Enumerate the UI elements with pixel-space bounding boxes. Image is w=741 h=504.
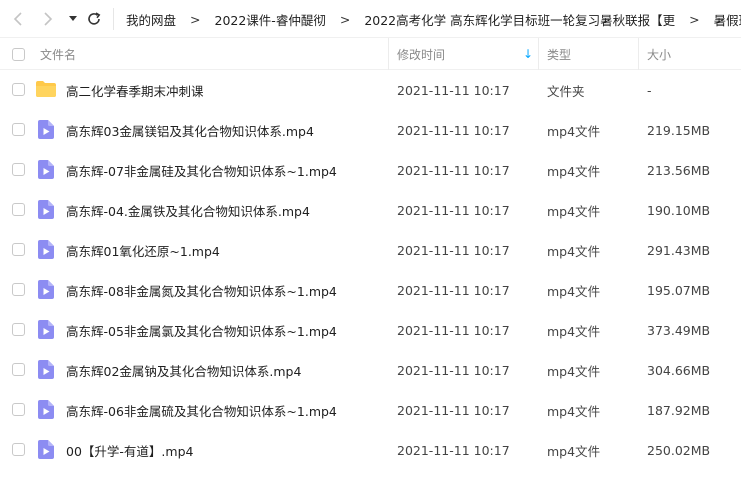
row-checkbox[interactable] [12,243,25,256]
refresh-icon [88,12,101,25]
file-type: mp4文件 [547,283,601,299]
history-dropdown-button[interactable] [63,9,83,29]
row-checkbox[interactable] [12,283,25,296]
file-type: mp4文件 [547,403,601,419]
file-size: 195.07MB [647,282,711,298]
file-size: 213.56MB [647,162,711,178]
column-header-modified[interactable]: 修改时间 [397,38,445,70]
file-name[interactable]: 高东辉-08非金属氮及其化合物知识体系~1.mp4 [66,270,337,310]
table-row[interactable]: 00【升学-有道】.mp4 2021-11-11 10:17 mp4文件 250… [0,430,741,470]
file-size: 373.49MB [647,322,711,338]
select-all-checkbox[interactable] [12,48,25,61]
column-divider [638,38,639,70]
column-header-size[interactable]: 大小 [647,38,671,70]
table-row[interactable]: 高东辉-04.金属铁及其化合物知识体系.mp4 2021-11-11 10:17… [0,190,741,230]
column-divider [538,38,539,70]
row-checkbox[interactable] [12,443,25,456]
forward-button[interactable] [38,9,58,29]
caret-down-icon [69,16,77,21]
chevron-left-icon [13,12,22,26]
video-file-icon [38,160,54,179]
file-size: 190.10MB [647,202,711,218]
column-header-type[interactable]: 类型 [547,38,571,70]
breadcrumb-separator: > [190,11,201,27]
video-file-icon [38,440,54,459]
file-type: mp4文件 [547,123,601,139]
file-type: mp4文件 [547,163,601,179]
file-modified-time: 2021-11-11 10:17 [397,362,510,378]
folder-icon [36,81,56,97]
row-checkbox[interactable] [12,363,25,376]
sort-arrow-icon[interactable]: ↓ [523,38,533,70]
video-file-icon [38,320,54,339]
breadcrumb-item-current[interactable]: 暑假班 [714,10,741,29]
file-modified-time: 2021-11-11 10:17 [397,162,510,178]
file-name[interactable]: 高东辉01氧化还原~1.mp4 [66,230,220,270]
navigation-bar: 我的网盘 > 2022课件-睿仲醍彻 > 2022高考化学 高东辉化学目标班一轮… [0,0,741,38]
table-row[interactable]: 高东辉-08非金属氮及其化合物知识体系~1.mp4 2021-11-11 10:… [0,270,741,310]
file-modified-time: 2021-11-11 10:17 [397,402,510,418]
back-button[interactable] [8,9,28,29]
video-file-icon [38,360,54,379]
row-checkbox[interactable] [12,163,25,176]
video-file-icon [38,280,54,299]
file-type: mp4文件 [547,323,601,339]
row-checkbox[interactable] [12,123,25,136]
file-type: 文件夹 [547,83,585,99]
file-name[interactable]: 高东辉-07非金属硅及其化合物知识体系~1.mp4 [66,150,337,190]
breadcrumb-item-root[interactable]: 我的网盘 [126,10,176,29]
row-checkbox[interactable] [12,403,25,416]
file-size: 187.92MB [647,402,711,418]
table-row[interactable]: 高东辉-07非金属硅及其化合物知识体系~1.mp4 2021-11-11 10:… [0,150,741,190]
video-file-icon [38,400,54,419]
table-row[interactable]: 高东辉-05非金属氯及其化合物知识体系~1.mp4 2021-11-11 10:… [0,310,741,350]
file-type: mp4文件 [547,363,601,379]
file-name[interactable]: 高东辉-04.金属铁及其化合物知识体系.mp4 [66,190,310,230]
file-size: 304.66MB [647,362,711,378]
file-size: 219.15MB [647,122,711,138]
file-modified-time: 2021-11-11 10:17 [397,282,510,298]
row-checkbox[interactable] [12,323,25,336]
refresh-button[interactable] [84,9,104,29]
video-file-icon [38,200,54,219]
table-row[interactable]: 高东辉-06非金属硫及其化合物知识体系~1.mp4 2021-11-11 10:… [0,390,741,430]
file-size: 291.43MB [647,242,711,258]
file-modified-time: 2021-11-11 10:17 [397,82,510,98]
file-modified-time: 2021-11-11 10:17 [397,442,510,458]
table-row[interactable]: 高东辉02金属钠及其化合物知识体系.mp4 2021-11-11 10:17 m… [0,350,741,390]
file-name[interactable]: 高东辉03金属镁铝及其化合物知识体系.mp4 [66,110,314,150]
video-file-icon [38,120,54,139]
table-header: 文件名 修改时间 ↓ 类型 大小 [0,38,741,70]
file-type: mp4文件 [547,443,601,459]
file-size: - [647,82,652,98]
video-file-icon [38,240,54,259]
file-name[interactable]: 高东辉02金属钠及其化合物知识体系.mp4 [66,350,301,390]
nav-divider [113,8,114,30]
file-modified-time: 2021-11-11 10:17 [397,122,510,138]
file-name[interactable]: 00【升学-有道】.mp4 [66,430,193,470]
breadcrumb-item-courses[interactable]: 2022课件-睿仲醍彻 [215,10,326,29]
file-modified-time: 2021-11-11 10:17 [397,242,510,258]
table-row[interactable]: 高东辉01氧化还原~1.mp4 2021-11-11 10:17 mp4文件 2… [0,230,741,270]
breadcrumb: 我的网盘 > 2022课件-睿仲醍彻 > 2022高考化学 高东辉化学目标班一轮… [126,0,741,38]
file-modified-time: 2021-11-11 10:17 [397,322,510,338]
breadcrumb-separator: > [339,11,351,27]
file-name[interactable]: 高二化学春季期末冲刺课 [66,70,204,110]
file-name[interactable]: 高东辉-05非金属氯及其化合物知识体系~1.mp4 [66,310,337,350]
file-modified-time: 2021-11-11 10:17 [397,202,510,218]
breadcrumb-separator: > [689,11,700,27]
column-divider [388,38,389,70]
file-name[interactable]: 高东辉-06非金属硫及其化合物知识体系~1.mp4 [66,390,337,430]
file-size: 250.02MB [647,442,711,458]
table-row[interactable]: 高东辉03金属镁铝及其化合物知识体系.mp4 2021-11-11 10:17 … [0,110,741,150]
column-header-name[interactable]: 文件名 [40,38,76,70]
chevron-right-icon [44,12,53,26]
file-type: mp4文件 [547,203,601,219]
breadcrumb-item-class[interactable]: 2022高考化学 高东辉化学目标班一轮复习暑秋联报【更 [364,10,675,29]
file-type: mp4文件 [547,243,601,259]
table-row[interactable]: 高二化学春季期末冲刺课 2021-11-11 10:17 文件夹 - [0,70,741,110]
row-checkbox[interactable] [12,203,25,216]
row-checkbox[interactable] [12,83,25,96]
